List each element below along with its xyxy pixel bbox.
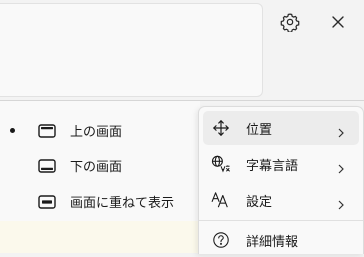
chevron-right-icon: [337, 159, 345, 174]
chevron-right-icon: [337, 123, 345, 138]
settings-button[interactable]: [274, 6, 306, 38]
caption-preview-box: [0, 3, 263, 97]
move-arrows-icon: [211, 118, 231, 138]
caption-context-menu: 位置 字幕言語 設定 詳細情報: [198, 106, 364, 254]
position-option-label: 下の画面: [70, 159, 123, 175]
position-option-bottom[interactable]: 下の画面: [0, 148, 200, 182]
menu-item-label: 設定: [246, 194, 273, 210]
position-option-overlay[interactable]: 画面に重ねて表示: [0, 184, 200, 218]
caption-preview-area: [0, 0, 364, 100]
layout-top-icon: [38, 123, 56, 138]
menu-item-caption-language[interactable]: 字幕言語: [203, 147, 359, 181]
font-size-icon: [211, 190, 231, 210]
layout-bottom-icon: [38, 158, 56, 173]
position-option-label: 画面に重ねて表示: [70, 195, 175, 211]
menu-item-label: 字幕言語: [246, 158, 299, 174]
position-option-top[interactable]: 上の画面: [0, 113, 200, 147]
menu-separator: [199, 220, 363, 221]
menu-item-position[interactable]: 位置: [203, 111, 359, 145]
layout-overlay-icon: [38, 194, 56, 209]
close-icon: [330, 14, 346, 30]
position-option-label: 上の画面: [70, 124, 123, 140]
gear-icon: [280, 12, 300, 32]
menu-item-settings[interactable]: 設定: [203, 183, 359, 217]
language-icon: [211, 154, 231, 174]
close-button[interactable]: [322, 6, 354, 38]
menu-item-more-info[interactable]: 詳細情報: [203, 223, 359, 257]
position-submenu: 上の画面 下の画面 画面に重ねて表示: [0, 101, 200, 221]
selected-bullet-icon: [10, 127, 15, 133]
help-circle-icon: [211, 230, 231, 250]
menu-item-label: 詳細情報: [246, 234, 299, 250]
chevron-right-icon: [337, 195, 345, 210]
menu-item-label: 位置: [246, 122, 273, 138]
